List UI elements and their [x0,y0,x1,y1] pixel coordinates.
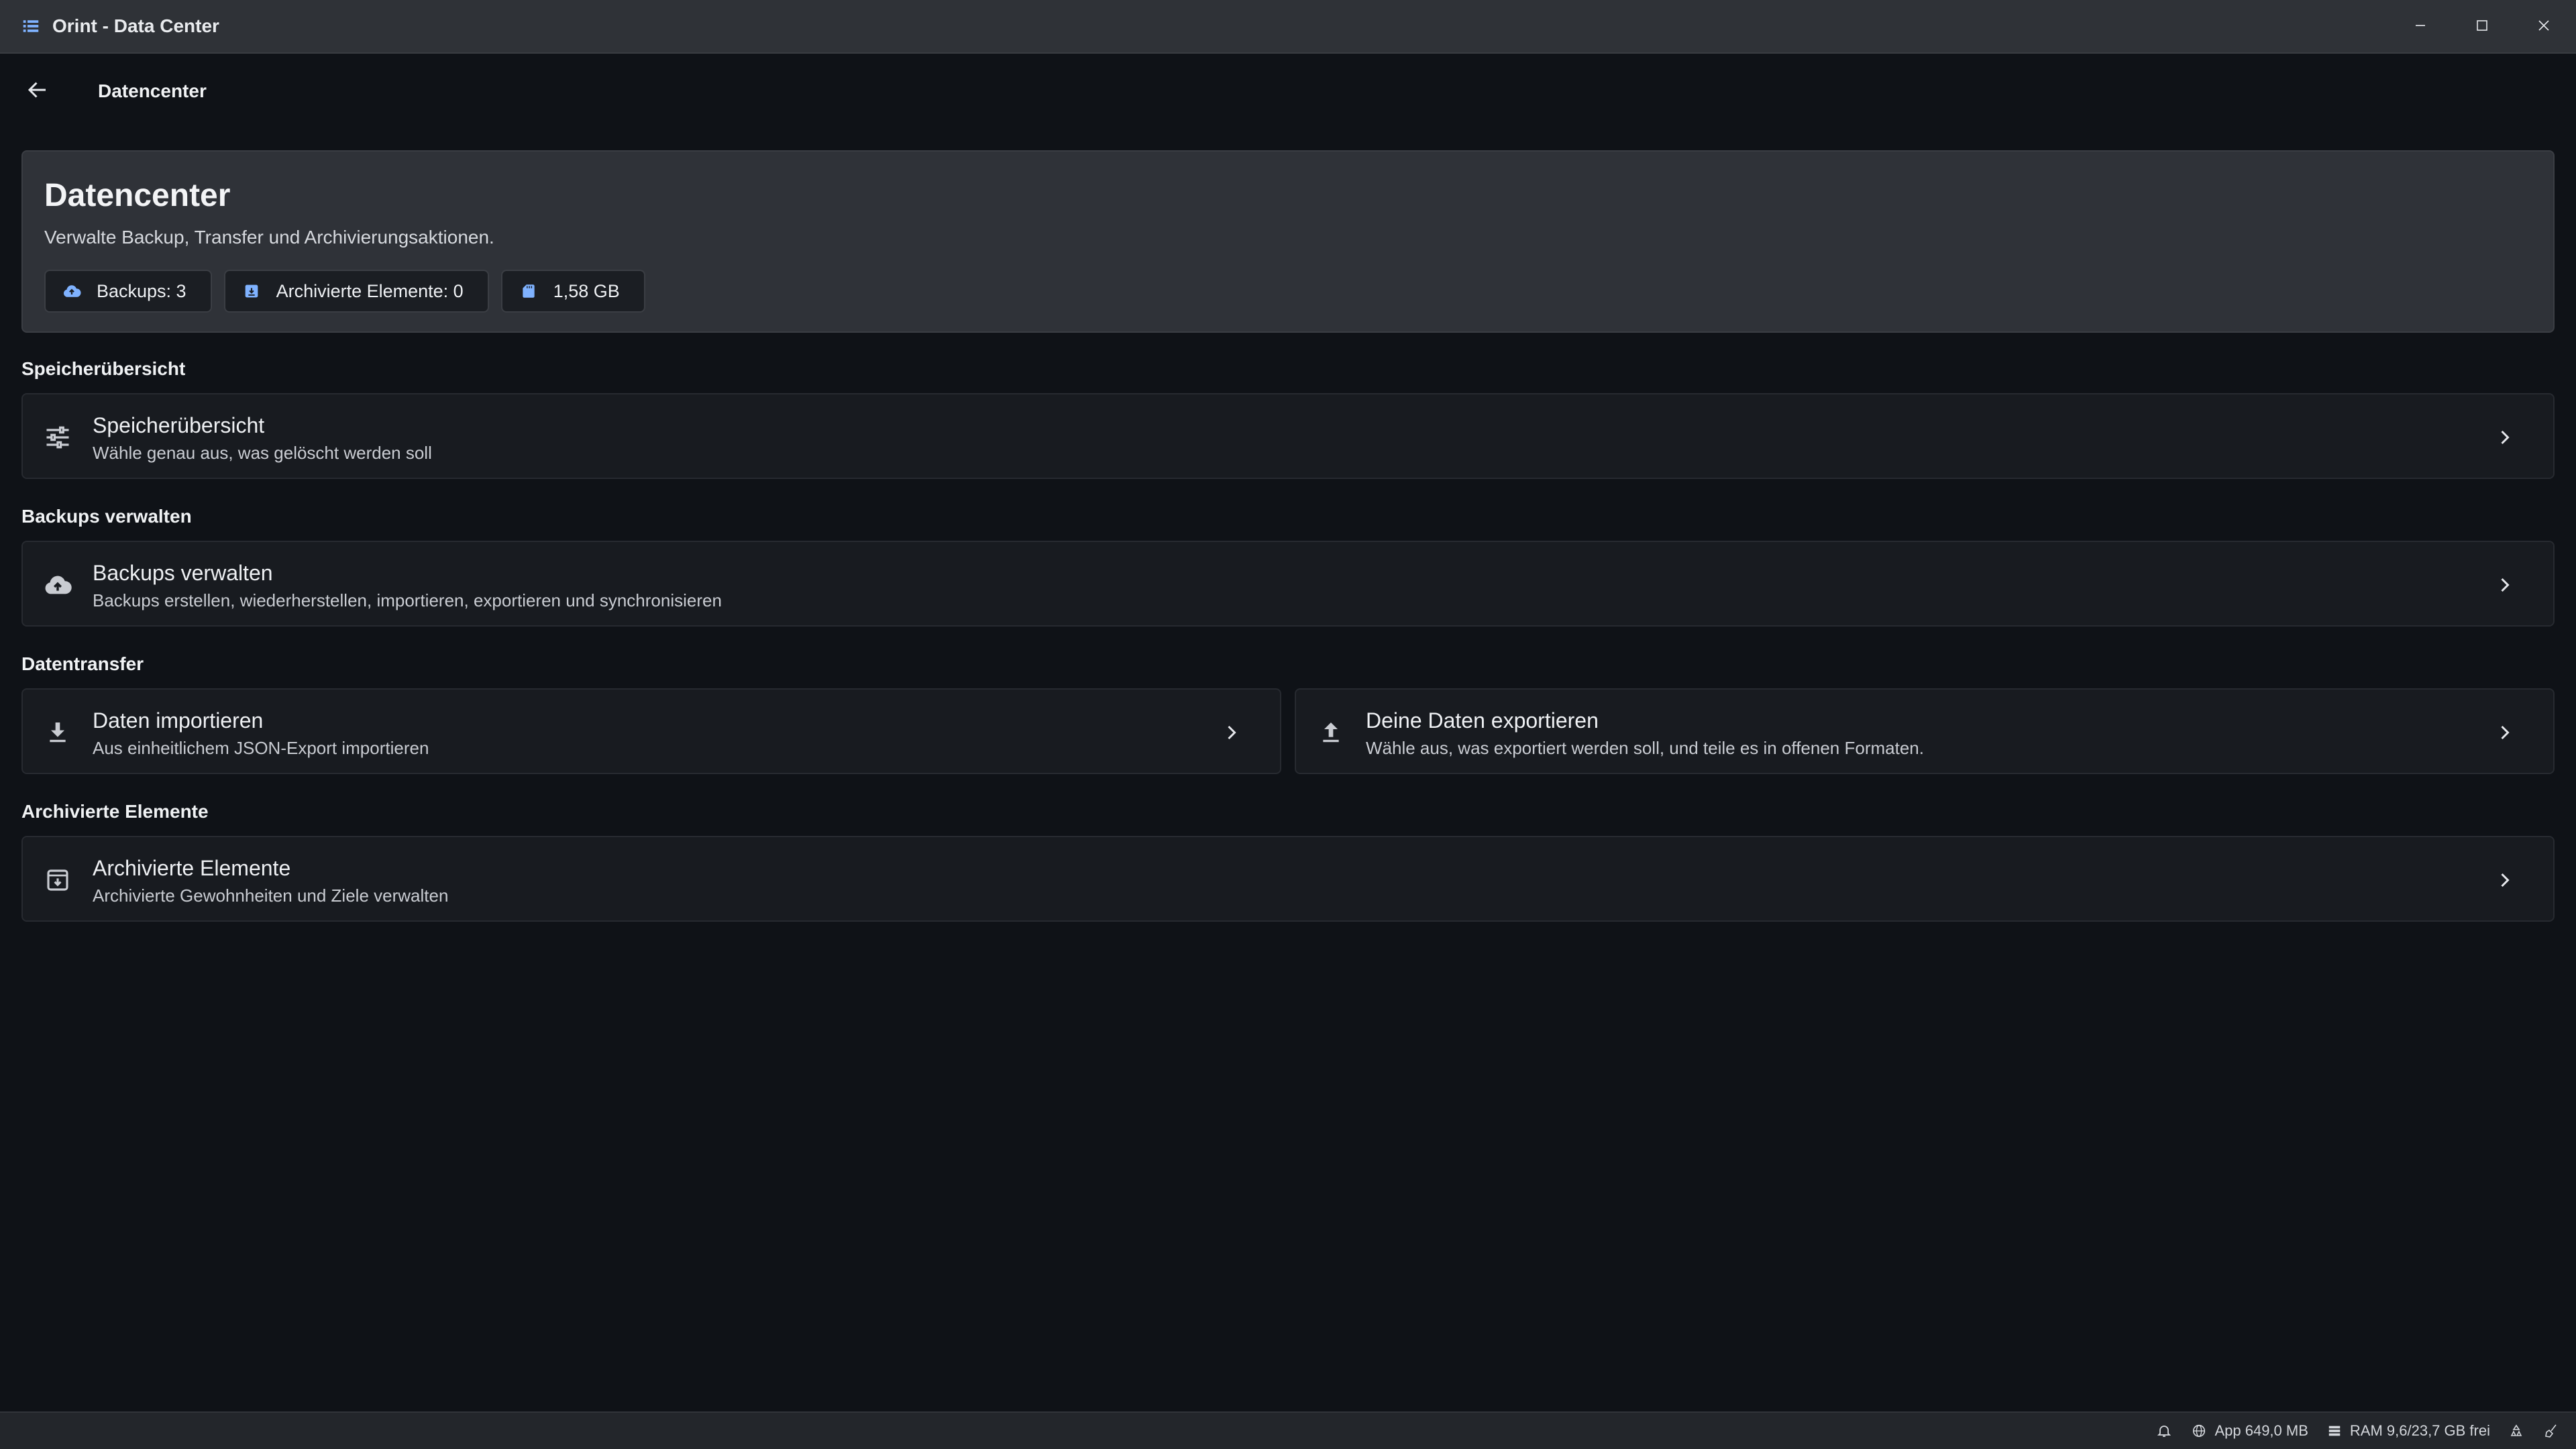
storage-overview-card[interactable]: Speicherübersicht Wähle genau aus, was g… [21,393,2555,479]
ram-indicator: RAM 9,6/23,7 GB frei [2326,1422,2490,1440]
export-data-card[interactable]: Deine Daten exportieren Wähle aus, was e… [1295,688,2555,774]
archived-count-chip: Archivierte Elemente: 0 [223,270,489,313]
maximize-button[interactable] [2451,0,2513,54]
section-label-storage: Speicherübersicht [21,358,186,379]
close-icon [2536,17,2552,37]
storage-size-chip: 1,58 GB [500,270,645,313]
chevron-right-icon [2489,864,2521,896]
chevron-right-icon [1216,716,1248,749]
archive-icon [42,864,74,896]
section-label-transfer: Datentransfer [21,653,144,674]
chevron-right-icon [2489,716,2521,749]
window-title: Orint - Data Center [52,15,219,36]
manage-backups-subtitle: Backups erstellen, wiederherstellen, imp… [93,590,722,610]
upload-icon [1315,716,1347,749]
minimize-button[interactable] [2390,0,2451,54]
bell-icon[interactable] [2155,1422,2173,1440]
server-icon [2326,1422,2343,1440]
minimize-icon [2412,17,2428,37]
archived-items-title: Archivierte Elemente [93,856,291,880]
storage-overview-subtitle: Wähle genau aus, was gelöscht werden sol… [93,443,432,463]
maximize-icon [2474,17,2490,37]
summary-subtitle: Verwalte Backup, Transfer und Archivieru… [44,227,494,248]
datacenter-summary-card: Datencenter Verwalte Backup, Transfer un… [21,150,2555,333]
summary-chips: Backups: 3 Archivierte Elemente: 0 1,58 … [44,270,645,313]
cloud-upload-icon [62,281,82,301]
section-label-archived: Archivierte Elemente [21,801,209,822]
archived-count-label: Archivierte Elemente: 0 [276,280,464,301]
arrow-left-icon [25,78,50,105]
chevron-right-icon [2489,569,2521,601]
back-button[interactable] [19,72,56,110]
export-data-subtitle: Wähle aus, was exportiert werden soll, u… [1366,738,1924,758]
app-memory-indicator: App 649,0 MB [2190,1422,2308,1440]
summary-title: Datencenter [44,178,231,213]
app-memory-label: App 649,0 MB [2214,1422,2308,1439]
page-title: Datencenter [98,80,207,101]
archive-icon [241,281,262,301]
cloud-upload-icon [42,569,74,601]
sd-card-icon [519,281,539,301]
section-label-backups: Backups verwalten [21,506,192,527]
chevron-right-icon [2489,421,2521,453]
storage-overview-title: Speicherübersicht [93,413,265,437]
status-bar: App 649,0 MB RAM 9,6/23,7 GB frei [0,1411,2576,1449]
close-button[interactable] [2513,0,2575,54]
import-data-card[interactable]: Daten importieren Aus einheitlichem JSON… [21,688,1281,774]
ram-label: RAM 9,6/23,7 GB frei [2349,1422,2490,1439]
recycle-icon[interactable] [2508,1422,2525,1440]
list-icon [19,14,43,38]
import-data-title: Daten importieren [93,708,264,733]
export-data-title: Deine Daten exportieren [1366,708,1599,733]
broom-icon[interactable] [2542,1422,2560,1440]
backups-count-label: Backups: 3 [97,280,186,301]
download-icon [42,716,74,749]
archived-items-card[interactable]: Archivierte Elemente Archivierte Gewohnh… [21,836,2555,922]
page-header: Datencenter [0,54,2576,129]
archived-items-subtitle: Archivierte Gewohnheiten und Ziele verwa… [93,885,449,906]
title-bar: Orint - Data Center [0,0,2576,54]
import-data-subtitle: Aus einheitlichem JSON-Export importiere… [93,738,429,758]
backups-count-chip: Backups: 3 [44,270,212,313]
storage-size-label: 1,58 GB [553,280,620,301]
manage-backups-title: Backups verwalten [93,561,273,585]
sliders-icon [42,421,74,453]
manage-backups-card[interactable]: Backups verwalten Backups erstellen, wie… [21,541,2555,627]
globe-icon [2190,1422,2208,1440]
